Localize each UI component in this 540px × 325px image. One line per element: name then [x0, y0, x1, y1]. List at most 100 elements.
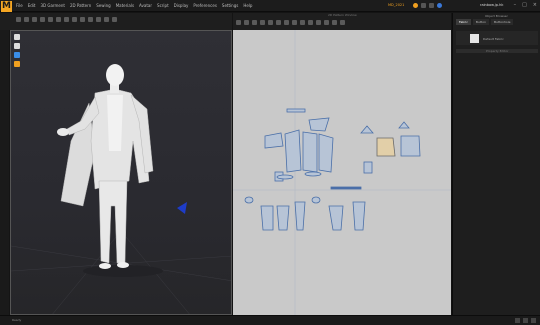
arrow-gizmo-icon [177, 202, 187, 214]
render-icon[interactable] [112, 17, 117, 22]
panel-tabs: Fabric Button Buttonhole [456, 19, 514, 25]
pattern-sleeve-right [308, 117, 330, 132]
menu-materials[interactable]: Materials [116, 2, 134, 10]
camera-icon[interactable] [104, 17, 109, 22]
pattern-pant-2 [276, 205, 290, 231]
pattern-coat-front-right [318, 133, 334, 173]
layout-icon[interactable] [523, 318, 528, 323]
rectangle-icon[interactable] [260, 20, 265, 25]
texture-edit-icon[interactable] [308, 20, 313, 25]
fabric-swatch [470, 34, 479, 43]
pattern-cuff-left [276, 174, 294, 180]
pattern-waistband [330, 186, 362, 190]
fabric-list-item[interactable]: Default Fabric [456, 31, 538, 45]
pattern-collar-left [360, 125, 374, 134]
toolbar-2d: 2D Pattern Window [233, 13, 451, 30]
pattern-pant-1 [260, 205, 274, 231]
account-icon[interactable] [437, 3, 442, 8]
user-name[interactable]: rainbow.jp.hk [480, 3, 503, 7]
grading-icon[interactable] [316, 20, 321, 25]
pattern-window-title: 2D Pattern Window [328, 13, 357, 17]
pattern-collar-right [398, 121, 410, 129]
pattern-pant-3 [294, 201, 306, 231]
trim-icon[interactable] [96, 17, 101, 22]
project-title: MD_2021 [388, 3, 405, 7]
grid-icon[interactable] [515, 318, 520, 323]
tab-buttonhole[interactable]: Buttonhole [490, 19, 514, 25]
circle-icon[interactable] [268, 20, 273, 25]
pattern-pieces [244, 108, 421, 231]
pin-icon[interactable] [40, 17, 45, 22]
tab-button[interactable]: Button [472, 19, 489, 25]
left-toolbar-strip [0, 30, 9, 315]
pattern-coat-front-left [284, 129, 302, 173]
polygon-icon[interactable] [252, 20, 257, 25]
menu-file[interactable]: File [16, 2, 23, 10]
edit-pattern-icon[interactable] [244, 20, 249, 25]
panel-title: Object Browser [485, 14, 508, 18]
simulate-icon[interactable] [32, 17, 37, 22]
pattern-collar [286, 108, 306, 113]
pattern-shirt [376, 137, 396, 157]
segment-sewing-icon[interactable] [292, 20, 297, 25]
menu-display[interactable]: Display [174, 2, 189, 10]
cloud-icon[interactable] [421, 3, 426, 8]
select-tool-icon[interactable] [16, 17, 21, 22]
toolbar-2d-icons [236, 20, 345, 25]
status-icons [515, 318, 536, 323]
menu-avatar[interactable]: Avatar [139, 2, 152, 10]
button-tool-icon[interactable] [80, 17, 85, 22]
menu-script[interactable]: Script [157, 2, 169, 10]
menu-sewing[interactable]: Sewing [96, 2, 110, 10]
toolbar-3d-icons [16, 17, 117, 22]
toolbar-3d [0, 13, 232, 30]
status-text: Ready [12, 318, 22, 322]
topstitch-icon[interactable] [72, 17, 77, 22]
free-sewing-icon[interactable] [300, 20, 305, 25]
viewport-2d[interactable] [233, 30, 451, 315]
property-editor-header: Property Editor [456, 49, 538, 53]
pattern-pocket-bag-left [244, 196, 254, 204]
pattern-facing [363, 161, 373, 174]
menu-edit[interactable]: Edit [28, 2, 36, 10]
title-icon-group [413, 3, 442, 8]
avatar-figure[interactable] [11, 31, 232, 315]
transform-pattern-icon[interactable] [236, 20, 241, 25]
symmetry-icon[interactable] [340, 20, 345, 25]
pattern-layout[interactable] [233, 30, 451, 315]
fabric-label: Default Fabric [483, 37, 504, 41]
settings-icon[interactable] [531, 318, 536, 323]
zipper-icon[interactable] [88, 17, 93, 22]
window-controls: – □ × [514, 2, 537, 8]
menu-2d-pattern[interactable]: 2D Pattern [70, 2, 91, 10]
close-button[interactable]: × [533, 2, 537, 8]
menu-settings[interactable]: Settings [222, 2, 238, 10]
menu-bar: M File Edit 3D Garment 2D Pattern Sewing… [0, 0, 540, 12]
sync-icon[interactable] [413, 3, 418, 8]
internal-line-icon[interactable] [276, 20, 281, 25]
main-menu: File Edit 3D Garment 2D Pattern Sewing M… [16, 2, 252, 10]
app-logo: M [1, 1, 12, 12]
property-editor-label: Property Editor [486, 49, 509, 53]
arrange-icon[interactable] [332, 20, 337, 25]
pattern-pocket-bag-right [311, 196, 321, 204]
menu-preferences[interactable]: Preferences [193, 2, 217, 10]
fold-icon[interactable] [56, 17, 61, 22]
pattern-coat-back [302, 131, 318, 173]
viewport-3d[interactable] [10, 30, 232, 315]
dart-icon[interactable] [284, 20, 289, 25]
bell-icon[interactable] [429, 3, 434, 8]
object-browser-panel: Object Browser Fabric Button Buttonhole … [452, 13, 540, 315]
menu-help[interactable]: Help [243, 2, 252, 10]
annotation-icon[interactable] [324, 20, 329, 25]
menu-3d-garment[interactable]: 3D Garment [40, 2, 64, 10]
minimize-button[interactable]: – [514, 2, 517, 8]
pattern-cuff-right [304, 171, 322, 177]
maximize-button[interactable]: □ [522, 2, 527, 8]
tab-fabric[interactable]: Fabric [456, 19, 471, 25]
move-tool-icon[interactable] [24, 17, 29, 22]
measure-icon[interactable] [64, 17, 69, 22]
tack-icon[interactable] [48, 17, 53, 22]
pattern-sleeve-left [264, 132, 284, 149]
pattern-vest [400, 135, 421, 157]
